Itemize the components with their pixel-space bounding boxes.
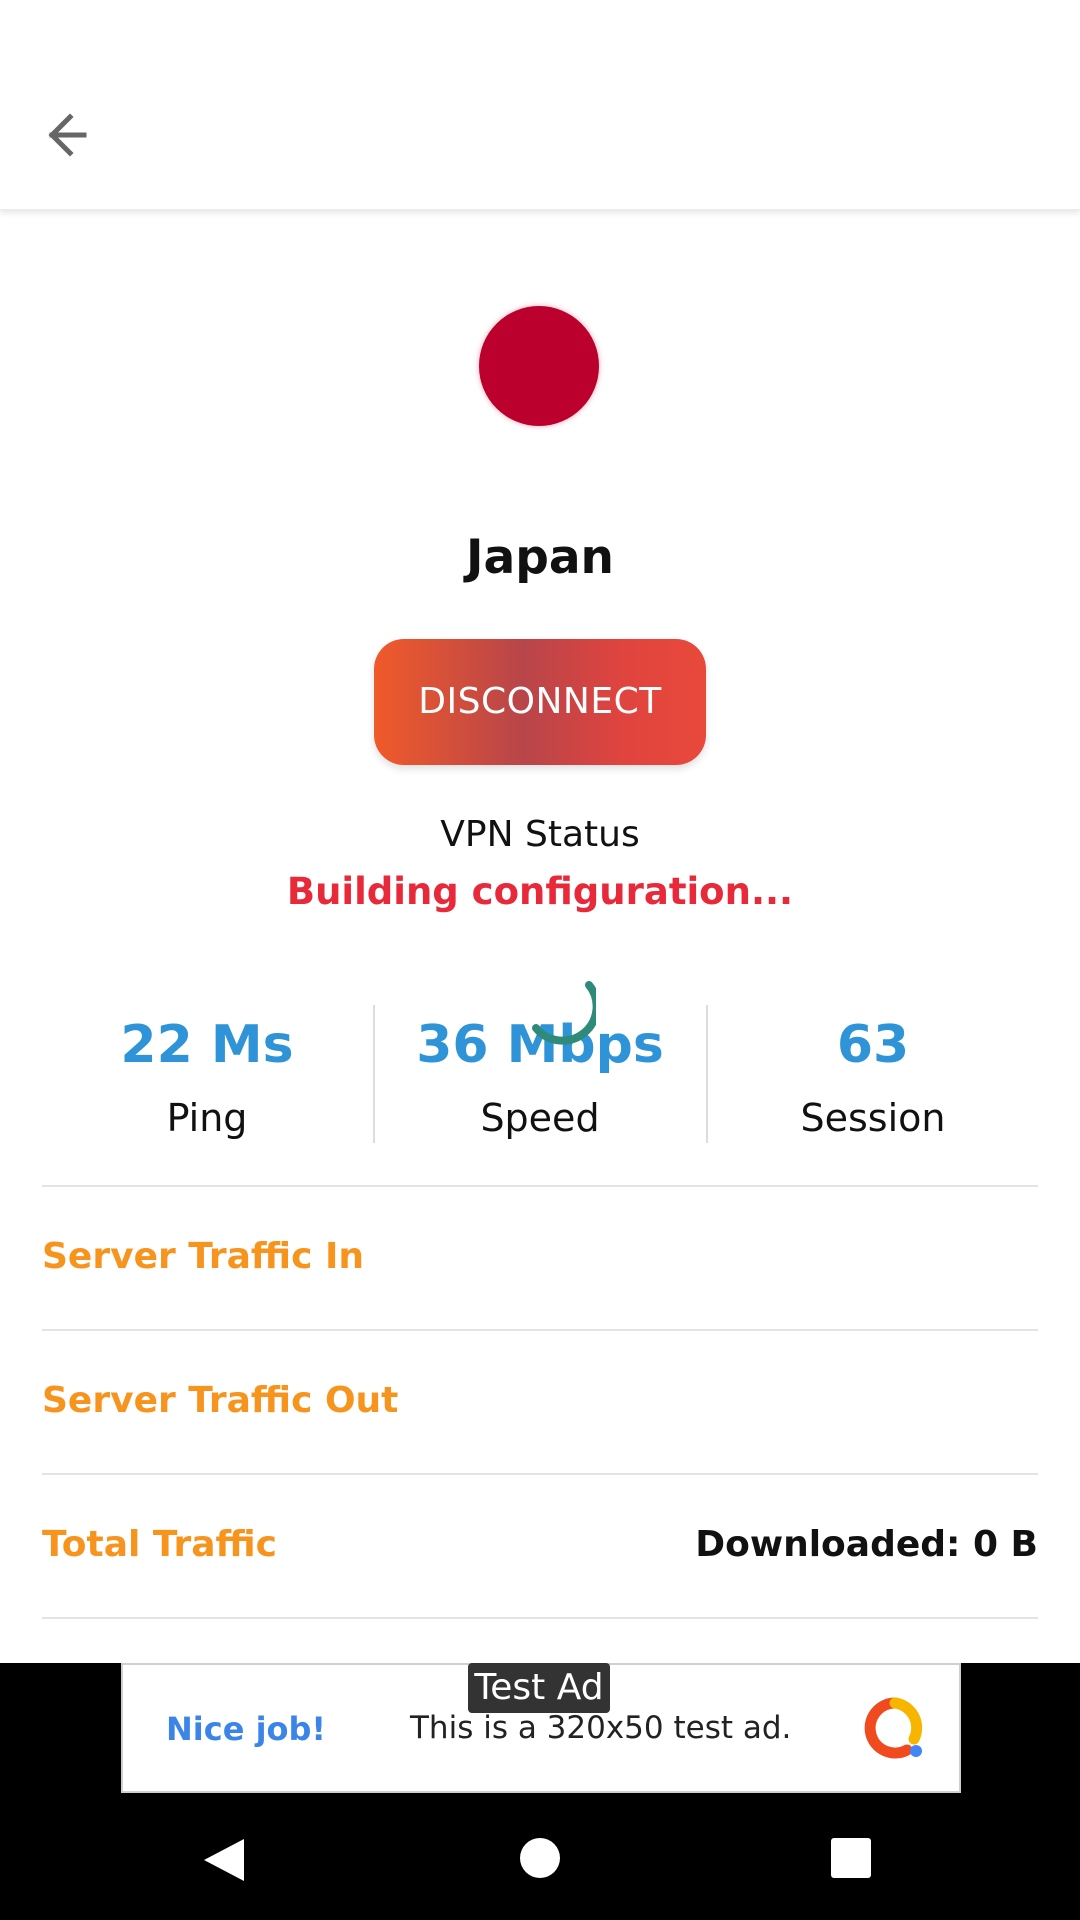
ad-body-text[interactable]: This is a 320x50 test ad. (410, 1710, 791, 1746)
arrow-left-icon[interactable] (40, 105, 106, 165)
divider (42, 1617, 1038, 1619)
divider (42, 1473, 1038, 1475)
nav-home-icon[interactable] (520, 1838, 560, 1878)
ping-value: 22 Ms (120, 1015, 294, 1075)
ping-label: Ping (166, 1096, 248, 1140)
japan-flag-icon (479, 306, 599, 426)
disconnect-button[interactable]: DISCONNECT (374, 639, 706, 765)
test-ad-badge: Test Ad (468, 1663, 610, 1713)
stat-ping: 22 Ms Ping (47, 1000, 367, 1140)
session-value: 63 (836, 1015, 910, 1075)
vpn-status-label: VPN Status (440, 814, 640, 855)
stat-divider (373, 1005, 375, 1143)
nav-recents-icon[interactable] (831, 1838, 871, 1878)
session-label: Session (800, 1096, 946, 1140)
country-name: Japan (465, 530, 615, 585)
total-traffic-label: Total Traffic (42, 1524, 278, 1565)
stat-session: 63 Session (713, 1000, 1033, 1140)
server-traffic-in-label: Server Traffic In (42, 1236, 364, 1277)
ad-headline[interactable]: Nice job! (166, 1710, 326, 1748)
divider (42, 1329, 1038, 1331)
app-bar (0, 0, 1080, 210)
total-traffic-value: Downloaded: 0 B (695, 1524, 1038, 1565)
spinner-icon (516, 975, 601, 1055)
vpn-status-value: Building configuration... (286, 870, 794, 913)
speed-label: Speed (480, 1096, 600, 1140)
server-traffic-out-label: Server Traffic Out (42, 1380, 399, 1421)
nav-back-icon[interactable] (200, 1835, 248, 1885)
ad-logo-icon[interactable] (862, 1695, 928, 1761)
stat-divider (706, 1005, 708, 1143)
divider (42, 1185, 1038, 1187)
